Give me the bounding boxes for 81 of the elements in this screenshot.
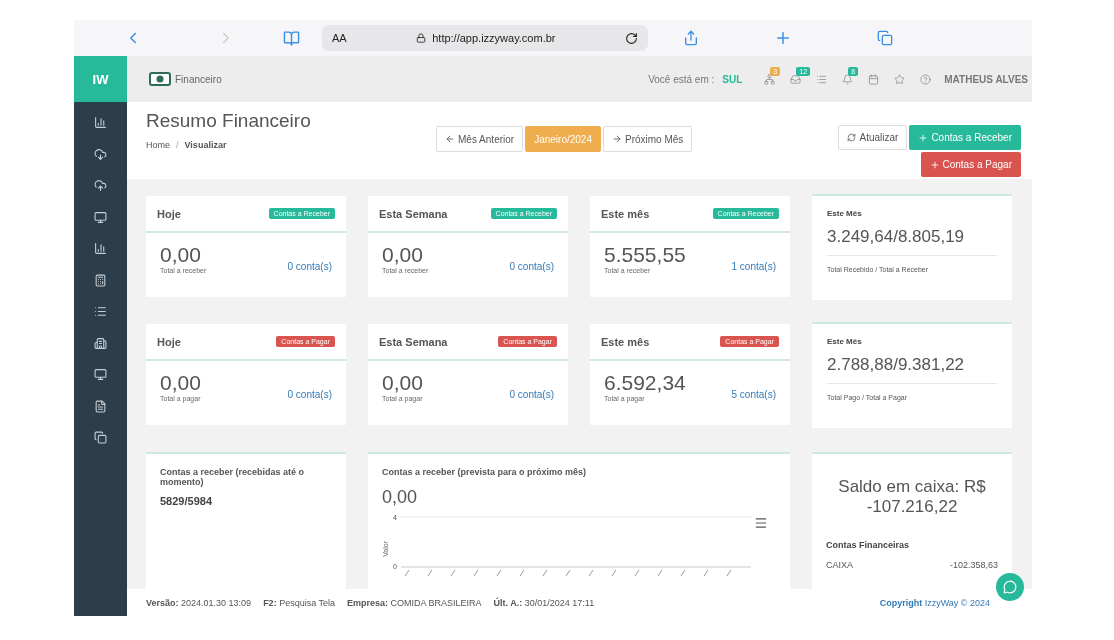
document-icon[interactable] <box>94 399 107 413</box>
monitor-icon[interactable] <box>94 210 107 224</box>
page-title: Resumo Financeiro <box>146 110 312 132</box>
share-icon[interactable] <box>682 30 699 46</box>
balance-title: Saldo em caixa: R$ -107.216,22 <box>837 477 987 518</box>
card-title: Este Mês <box>827 337 863 346</box>
book-icon[interactable] <box>282 29 300 47</box>
card-value: 0,00 <box>382 243 424 267</box>
card-value: 6.592,34 <box>604 371 686 395</box>
card-title: Hoje <box>157 207 181 220</box>
count-link[interactable]: 0 conta(s) <box>287 389 332 402</box>
refresh-button[interactable]: Atualizar <box>838 125 908 150</box>
card-value: 0,00 <box>160 371 201 395</box>
breadcrumb-link[interactable]: Home <box>146 140 170 150</box>
list-icon[interactable] <box>94 305 107 318</box>
arrow-right-icon <box>611 134 622 144</box>
summary-value: 2.788,88/9.381,22 <box>827 355 997 384</box>
summary-value: 3.249,64/8.805,19 <box>827 227 997 256</box>
card-title: Contas a receber (recebidas até o momento) <box>160 467 306 487</box>
count-link[interactable]: 0 conta(s) <box>509 389 554 402</box>
calculator-icon[interactable] <box>94 273 107 287</box>
footer-info: Empresa: COMIDA BRASILEIRA <box>347 597 482 608</box>
received-value: 5829/5984 <box>160 495 213 507</box>
user-name[interactable]: MATHEUS ALVES <box>944 73 1028 85</box>
card-title: Esta Semana <box>379 335 448 348</box>
card-value: 0,00 <box>160 243 202 267</box>
monitor-icon[interactable] <box>94 368 107 381</box>
card-title: Esta Semana <box>379 207 448 220</box>
help-icon[interactable] <box>919 73 931 85</box>
accounts-heading: Contas Financeiras <box>826 539 911 550</box>
count-link[interactable]: 0 conta(s) <box>509 261 554 274</box>
new-tab-icon[interactable] <box>774 29 792 47</box>
month-button[interactable]: Mês Anterior <box>436 126 524 152</box>
arrow-left-icon <box>445 134 455 144</box>
copyright-text: Copyright IzzyWay © 2024 <box>879 597 990 608</box>
footer-info: Versão: 2024.01.30 13:09 <box>146 597 252 608</box>
account-name: CAIXA <box>826 559 853 570</box>
forecast-value: 0,00 <box>382 487 419 508</box>
card-title: Este mês <box>601 335 650 348</box>
building-icon[interactable] <box>94 336 107 350</box>
chat-button[interactable] <box>996 573 1024 601</box>
money-icon <box>149 72 171 86</box>
copy-icon[interactable] <box>94 431 107 444</box>
chart-icon[interactable] <box>94 242 107 255</box>
location-label: Você está em : <box>648 73 715 85</box>
address-bar[interactable]: AA http://app.izzyway.com.br <box>322 25 648 51</box>
menu-icon[interactable] <box>754 516 768 530</box>
text-size-label[interactable]: AA <box>332 32 347 44</box>
footer-info: F2: Pesquisa Tela <box>263 597 335 608</box>
month-button[interactable]: Próximo Mês <box>602 126 693 152</box>
card-title: Contas a receber (prevista para o próximo mês) <box>382 467 588 477</box>
inbox-icon[interactable] <box>789 73 801 85</box>
bell-icon[interactable] <box>841 73 853 85</box>
tabs-icon[interactable] <box>876 30 893 46</box>
reload-icon[interactable] <box>625 31 638 45</box>
calendar-icon[interactable] <box>867 73 879 85</box>
breadcrumb-link[interactable]: Visualizar <box>184 140 227 150</box>
card-value: 0,00 <box>382 371 423 395</box>
footer-info: Últ. A.: 30/01/2024 17:11 <box>493 597 595 608</box>
url-text: http://app.izzyway.com.br <box>432 32 556 44</box>
card-value: 5.555,55 <box>604 243 686 267</box>
lock-icon <box>416 33 427 43</box>
breadcrumb-separator: / <box>176 140 179 150</box>
plus-icon <box>918 132 929 143</box>
count-link[interactable]: 1 conta(s) <box>731 261 776 274</box>
account-balance: -102.358,63 <box>949 559 998 570</box>
chart-icon[interactable] <box>94 116 107 129</box>
plus-icon <box>929 159 940 170</box>
sitemap-icon[interactable] <box>763 73 775 85</box>
chat-icon <box>1003 580 1017 594</box>
add-payable-button[interactable]: Contas a Pagar <box>920 152 1021 177</box>
count-link[interactable]: 5 conta(s) <box>731 389 776 402</box>
star-icon[interactable] <box>893 73 905 85</box>
refresh-icon <box>847 133 857 142</box>
card-title: Este mês <box>601 207 650 220</box>
card-title: Hoje <box>157 335 181 348</box>
card-title: Este Mês <box>827 209 863 218</box>
module-title[interactable]: Financeiro <box>175 73 222 85</box>
cloud-upload-icon[interactable] <box>94 179 107 192</box>
cloud-download-icon[interactable] <box>94 147 107 161</box>
count-link[interactable]: 0 conta(s) <box>287 261 332 274</box>
